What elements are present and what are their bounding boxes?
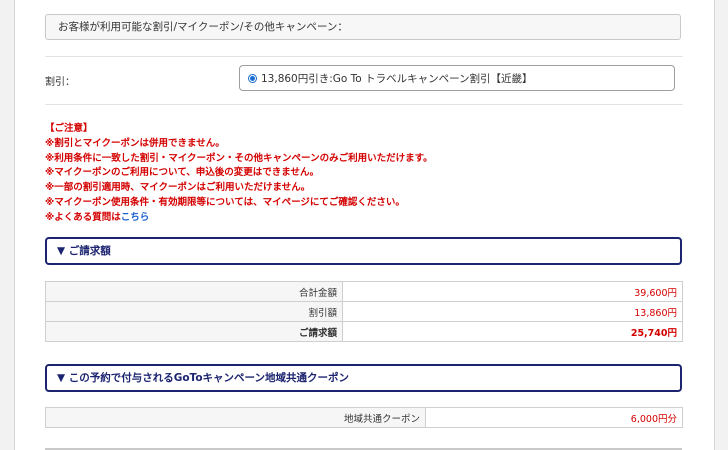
note-line: ※マイクーポン使用条件・有効期限等については、マイページにてご確認ください。: [45, 196, 405, 208]
total-amount-label: 合計金額: [45, 281, 343, 302]
coupon-section-header[interactable]: ▼ この予約で付与されるGoToキャンペーン地域共通クーポン: [45, 364, 682, 392]
radio-button[interactable]: [248, 73, 257, 83]
discount-amount-label: 割引額: [45, 301, 343, 322]
campaign-header: お客様が利用可能な割引/マイクーポン/その他キャンペーン：: [45, 14, 681, 40]
page-container: お客様が利用可能な割引/マイクーポン/その他キャンペーン： 割引： 13,860…: [14, 0, 715, 450]
table-row: 地域共通クーポン 6,000円分: [45, 407, 683, 428]
coupon-value: 6,000円分: [425, 407, 683, 428]
note-line: ※利用条件に一致した割引・マイクーポン・その他キャンペーンのみご利用いただけます…: [45, 152, 433, 164]
coupon-table: 地域共通クーポン 6,000円分: [45, 407, 683, 428]
note-faq: ※よくある質問はこちら: [45, 211, 685, 226]
note-line: ※割引とマイクーポンは併用できません。: [45, 137, 225, 149]
note-line: ※マイクーポンのご利用について、申込後の変更はできません。: [45, 167, 320, 179]
note-line: ※一部の割引適用時、マイクーポンはご利用いただけません。: [45, 182, 311, 194]
discount-option[interactable]: 13,860円引き:Go To トラベルキャンペーン割引【近畿】: [239, 65, 675, 91]
total-amount-value: 39,600円: [342, 281, 683, 302]
billing-table: 合計金額 39,600円 割引額 13,860円 ご請求額 25,740円: [45, 281, 683, 342]
billing-section-header[interactable]: ▼ ご請求額: [45, 237, 682, 265]
notes-title: 【ご注意】: [45, 123, 93, 134]
billing-amount-value: 25,740円: [342, 321, 683, 342]
billing-amount-label: ご請求額: [45, 321, 343, 342]
discount-option-label: 13,860円引き:Go To トラベルキャンペーン割引【近畿】: [261, 72, 533, 85]
faq-link[interactable]: こちら: [121, 212, 150, 223]
divider: [45, 56, 683, 57]
table-row: 合計金額 39,600円: [45, 281, 683, 302]
coupon-label: 地域共通クーポン: [45, 407, 426, 428]
table-row: 割引額 13,860円: [45, 301, 683, 322]
radio-selected-dot: [250, 75, 255, 81]
notes-block: 【ご注意】 ※割引とマイクーポンは併用できません。 ※利用条件に一致した割引・マ…: [45, 122, 685, 226]
divider: [45, 104, 683, 105]
faq-prefix: ※よくある質問は: [45, 211, 121, 223]
discount-amount-value: 13,860円: [342, 301, 683, 322]
table-row: ご請求額 25,740円: [45, 321, 683, 342]
discount-label: 割引：: [45, 77, 75, 88]
